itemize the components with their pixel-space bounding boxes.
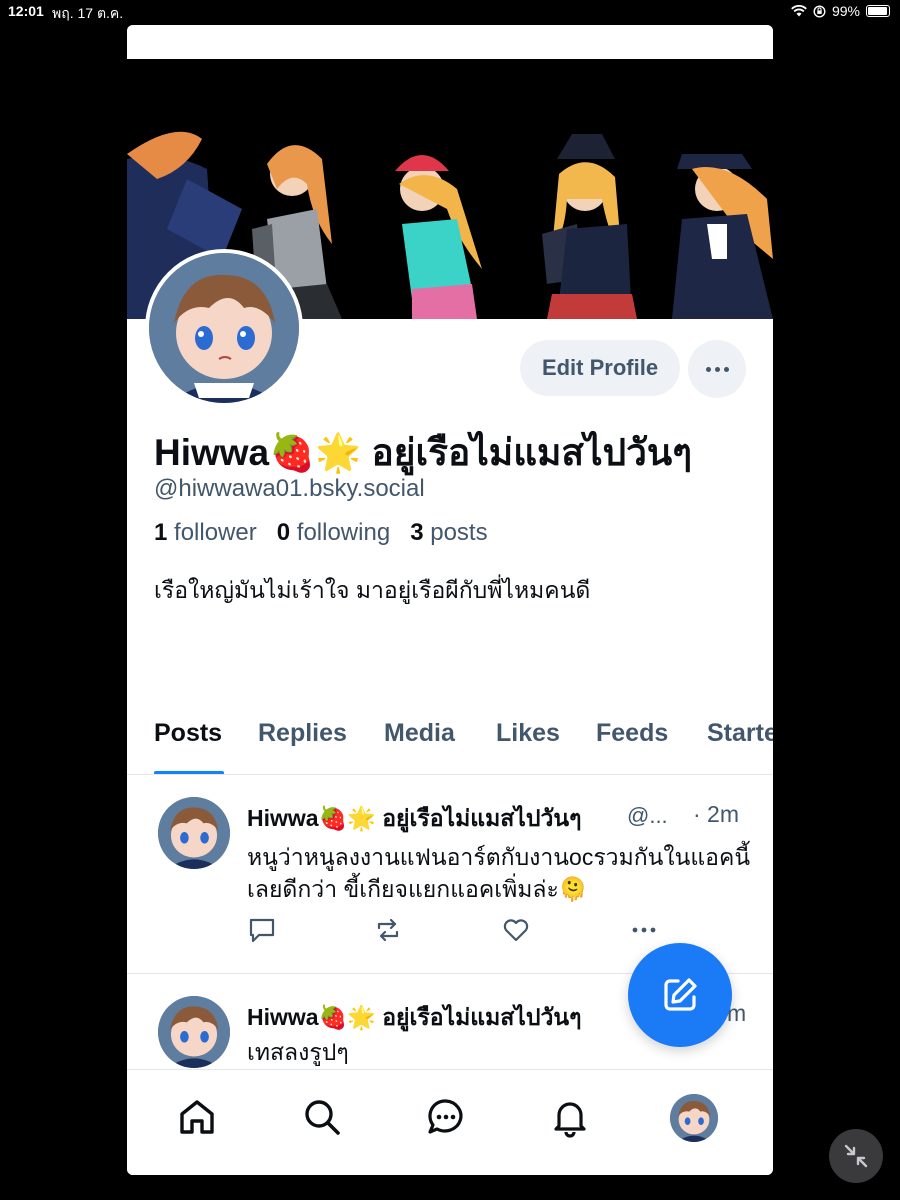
nav-notifications[interactable] (547, 1094, 593, 1140)
profile-tabs: Posts Replies Media Likes Feeds Starter … (127, 715, 773, 775)
edit-profile-button[interactable]: Edit Profile (520, 340, 680, 396)
status-bar: 12:01 พฤ. 17 ต.ค. 99% (0, 0, 900, 24)
tab-media[interactable]: Media (384, 719, 455, 748)
posts-count: 3 (410, 519, 424, 546)
profile-bio: เรือใหญ่มันไม่เร้าใจ มาอยู่เรือผีกับพี่ไ… (154, 577, 591, 603)
post-text: หนูว่าหนูลงงานแฟนอาร์ตกับงานocรวมกันในแอ… (247, 844, 751, 902)
collapse-icon (844, 1144, 868, 1168)
compose-icon (664, 978, 697, 1011)
tab-posts[interactable]: Posts (154, 719, 222, 748)
post-handle: @... (627, 803, 668, 828)
followers-label: follower (174, 519, 257, 546)
tab-likes[interactable]: Likes (496, 719, 560, 748)
post-avatar-drawing (158, 797, 230, 869)
more-dots-icon[interactable] (629, 915, 659, 945)
heart-icon[interactable] (501, 915, 531, 945)
posts-label: posts (430, 519, 488, 546)
nav-home[interactable] (174, 1094, 220, 1140)
post-avatar-drawing (158, 996, 230, 1068)
status-right: 99% (791, 3, 890, 19)
bell-icon (554, 1102, 586, 1138)
more-dot (714, 366, 720, 372)
wifi-icon (791, 5, 807, 17)
more-options-button[interactable] (688, 340, 746, 398)
followers-link[interactable]: 1 follower (154, 519, 257, 546)
post-author[interactable]: Hiwwa🍓🌟 อยู่เรือไม่แมสไปวันๆ (247, 1000, 627, 1036)
repost-icon[interactable] (373, 915, 403, 945)
display-name: Hiwwa🍓🌟 อยู่เรือไม่แมสไปวันๆ (154, 432, 693, 473)
following-label: following (296, 519, 391, 546)
following-link[interactable]: 0 following (277, 519, 390, 546)
nav-avatar-drawing (670, 1094, 718, 1142)
profile-handle: @hiwwawa01.bsky.social (154, 475, 425, 502)
post-avatar[interactable] (158, 797, 230, 869)
home-icon (180, 1100, 214, 1134)
chat-icon (428, 1099, 463, 1134)
tab-feeds[interactable]: Feeds (596, 719, 668, 748)
following-count: 0 (276, 519, 291, 546)
post-author[interactable]: Hiwwa🍓🌟 อยู่เรือไม่แมสไปวันๆ (247, 801, 627, 837)
search-icon (305, 1100, 340, 1135)
nav-chat[interactable] (423, 1094, 469, 1140)
status-date: พฤ. 17 ต.ค. (52, 5, 124, 21)
tab-starter-packs[interactable]: Starter Packs (707, 719, 773, 748)
top-strip (127, 25, 773, 59)
followers-count: 1 (154, 519, 168, 546)
bottom-navigation (127, 1069, 773, 1175)
post-time: · 2m (693, 801, 739, 827)
nav-search[interactable] (299, 1094, 345, 1140)
battery-icon (866, 5, 890, 17)
profile-avatar[interactable] (145, 249, 303, 407)
profile-stats: 1 follower 0 following 3 posts (154, 519, 488, 547)
collapse-button[interactable] (829, 1129, 883, 1183)
posts-stat: 3 posts (410, 519, 487, 546)
tab-replies[interactable]: Replies (258, 719, 347, 748)
more-dot (723, 366, 729, 372)
avatar-drawing (149, 253, 299, 403)
lock-rotation-icon (813, 4, 826, 18)
post-actions (247, 915, 667, 949)
app-window: Edit Profile Hiwwa🍓🌟 อยู่เรือไม่แมสไปวัน… (127, 25, 773, 1175)
nav-profile-avatar[interactable] (670, 1094, 718, 1142)
battery-percent: 99% (831, 3, 860, 19)
status-time: 12:01 (8, 3, 44, 19)
compose-button[interactable] (628, 943, 732, 1047)
post-avatar[interactable] (158, 996, 230, 1068)
reply-icon[interactable] (247, 915, 277, 945)
more-dots-icon (705, 366, 711, 372)
